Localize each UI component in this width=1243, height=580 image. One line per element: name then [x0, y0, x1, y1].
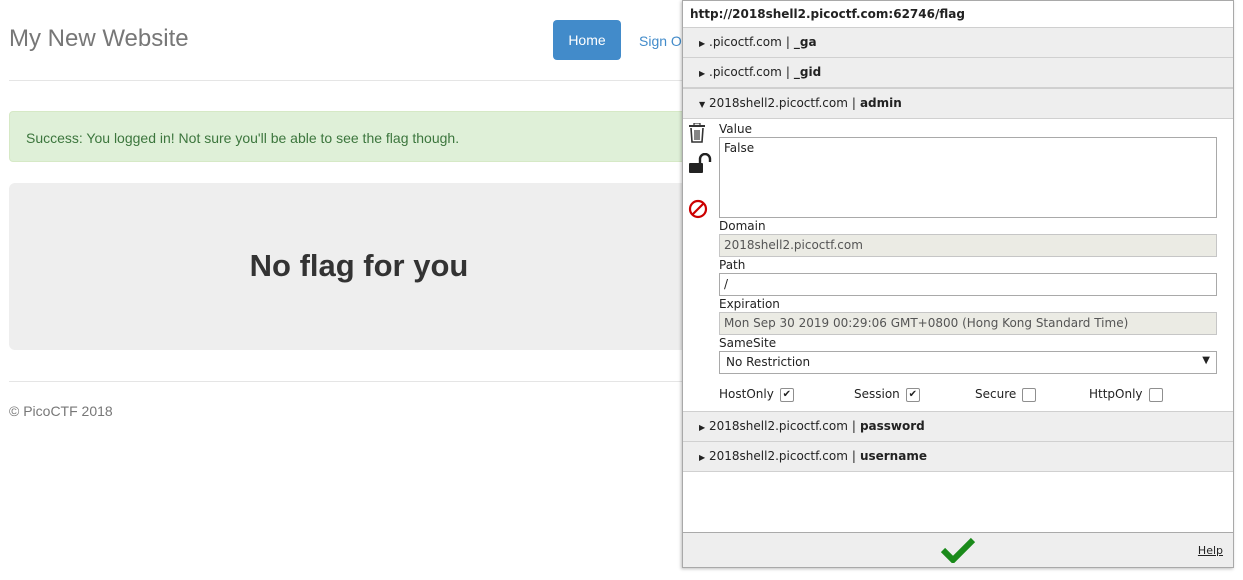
cookie-url-bar: http://2018shell2.picoctf.com:62746/flag [683, 1, 1233, 28]
httponly-flag: HttpOnly [1089, 387, 1163, 402]
cookie-editor-panel: http://2018shell2.picoctf.com:62746/flag… [682, 0, 1234, 568]
trash-icon[interactable] [688, 122, 706, 146]
cookie-domain: 2018shell2.picoctf.com [709, 419, 848, 433]
help-link[interactable]: Help [1198, 544, 1223, 557]
value-textarea[interactable] [719, 137, 1217, 218]
cookie-separator: | [851, 419, 856, 433]
cookie-row-password[interactable]: ▶ 2018shell2.picoctf.com | password [683, 412, 1233, 442]
unlock-icon[interactable] [688, 152, 712, 178]
httponly-label: HttpOnly [1089, 387, 1143, 401]
save-check-icon[interactable] [940, 537, 976, 566]
expand-triangle-icon[interactable]: ▶ [699, 413, 709, 442]
cookie-row-admin[interactable]: ▼ 2018shell2.picoctf.com | admin [683, 88, 1233, 119]
block-icon[interactable] [688, 199, 708, 222]
cookie-row-ga[interactable]: ▶ .picoctf.com | _ga [683, 28, 1233, 58]
session-flag: Session ✔ [854, 387, 920, 402]
jumbotron-heading: No flag for you [249, 248, 469, 283]
expand-triangle-icon[interactable]: ▶ [699, 29, 709, 58]
cookie-name: username [859, 449, 927, 463]
domain-label: Domain [719, 219, 766, 233]
session-label: Session [854, 387, 900, 401]
cookie-details: Value Domain 2018shell2.picoctf.com Path… [683, 119, 1233, 412]
expand-triangle-icon[interactable]: ▶ [699, 59, 709, 88]
cookie-name: _ga [793, 35, 817, 49]
header-divider [9, 80, 689, 81]
cookie-domain: 2018shell2.picoctf.com [709, 96, 848, 110]
value-label: Value [719, 122, 752, 136]
samesite-select[interactable]: No Restriction ▼ [719, 351, 1217, 374]
cookie-separator: | [785, 35, 790, 49]
cookie-row-username[interactable]: ▶ 2018shell2.picoctf.com | username [683, 442, 1233, 472]
domain-field[interactable]: 2018shell2.picoctf.com [719, 234, 1217, 257]
expiration-label: Expiration [719, 297, 780, 311]
panel-footer: Help [683, 532, 1233, 567]
path-field[interactable]: / [719, 273, 1217, 296]
cookie-separator: | [851, 449, 856, 463]
footer-divider [9, 381, 689, 382]
secure-checkbox[interactable] [1022, 387, 1037, 402]
cookie-name: _gid [793, 65, 822, 79]
cookie-row-gid[interactable]: ▶ .picoctf.com | _gid [683, 58, 1233, 88]
jumbotron: No flag for you [9, 183, 699, 350]
secure-label: Secure [975, 387, 1017, 401]
cookie-name: admin [859, 96, 902, 110]
cookie-separator: | [851, 96, 856, 110]
home-nav-button[interactable]: Home [553, 20, 621, 60]
cookie-domain: .picoctf.com [709, 65, 782, 79]
site-title[interactable]: My New Website [9, 25, 189, 53]
footer-copyright: © PicoCTF 2018 [9, 403, 113, 419]
hostonly-flag: HostOnly ✔ [719, 387, 794, 402]
secure-flag: Secure [975, 387, 1037, 402]
hostonly-checkbox[interactable]: ✔ [779, 387, 794, 402]
success-alert: Success: You logged in! Not sure you'll … [9, 111, 699, 162]
chevron-down-icon: ▼ [1202, 355, 1210, 366]
samesite-label: SameSite [719, 336, 777, 350]
cookie-domain: .picoctf.com [709, 35, 782, 49]
session-checkbox[interactable]: ✔ [905, 387, 920, 402]
cookie-separator: | [785, 65, 790, 79]
httponly-checkbox[interactable] [1148, 387, 1163, 402]
collapse-triangle-icon[interactable]: ▼ [699, 90, 709, 119]
samesite-value: No Restriction [726, 355, 811, 369]
hostonly-label: HostOnly [719, 387, 774, 401]
cookie-name: password [859, 419, 925, 433]
expiration-field[interactable]: Mon Sep 30 2019 00:29:06 GMT+0800 (Hong … [719, 312, 1217, 335]
cookie-domain: 2018shell2.picoctf.com [709, 449, 848, 463]
path-label: Path [719, 258, 746, 272]
expand-triangle-icon[interactable]: ▶ [699, 443, 709, 472]
